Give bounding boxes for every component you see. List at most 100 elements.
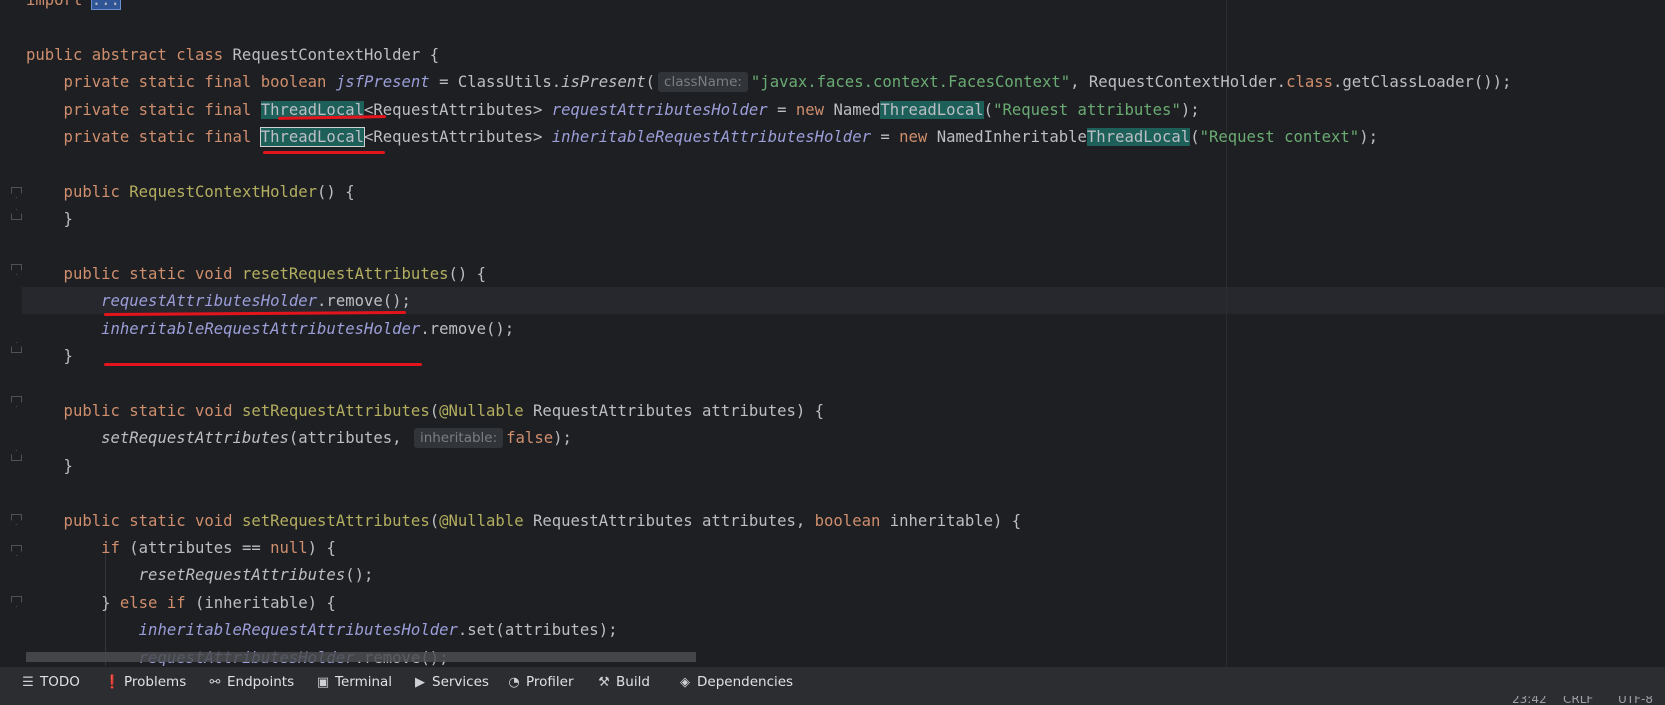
code-token: ( — [983, 100, 994, 119]
code-line[interactable]: inheritableRequestAttributesHolder.remov… — [26, 316, 514, 343]
code-line[interactable]: } — [26, 343, 73, 370]
code-line[interactable]: public static void resetRequestAttribute… — [26, 261, 487, 288]
code-line[interactable]: } else if (inheritable) { — [26, 590, 336, 617]
code-token: = — [870, 128, 900, 146]
code-token: "javax.faces.context.FacesContext" — [750, 73, 1071, 92]
code-line[interactable]: } — [26, 206, 73, 233]
code-line[interactable]: } — [26, 453, 73, 480]
code-token: new — [899, 128, 937, 146]
code-token: inheritableRequestAttributesHolder — [551, 128, 871, 146]
code-line[interactable]: public abstract class RequestContextHold… — [26, 42, 439, 69]
code-editor[interactable]: import ... public abstract class RequestC… — [0, 0, 1665, 666]
code-token: ); — [1359, 128, 1378, 146]
tool-button-label: Problems — [124, 674, 187, 690]
code-token: .remove(); — [317, 292, 411, 311]
code-token: private static final — [26, 100, 261, 119]
code-token: public static void — [26, 265, 242, 283]
code-token: resetRequestAttributes — [138, 566, 346, 585]
code-token: ); — [553, 429, 572, 448]
code-token: = — [767, 100, 796, 119]
services-icon: ▶ — [415, 675, 425, 690]
code-token: resetRequestAttributes — [241, 265, 449, 283]
tool-button-label: TODO — [40, 674, 80, 690]
right-margin-guide — [1226, 0, 1227, 666]
horizontal-scrollbar[interactable] — [26, 652, 696, 662]
status-encoding[interactable]: UTF-8 — [1618, 696, 1653, 705]
code-token: <RequestAttributes> — [364, 128, 552, 146]
code-token: .remove(); — [420, 319, 515, 338]
code-token: setRequestAttributes — [241, 402, 430, 420]
code-line[interactable]: private static final ThreadLocal<Request… — [26, 124, 1378, 151]
code-token: if — [101, 539, 130, 557]
code-token: setRequestAttributes — [241, 511, 430, 530]
tool-button-todo[interactable]: ☰ TODO — [20, 667, 80, 697]
code-line[interactable]: public static void setRequestAttributes(… — [26, 398, 824, 425]
code-line[interactable]: inheritableRequestAttributesHolder.set(a… — [26, 617, 618, 644]
code-token: ThreadLocal — [880, 100, 984, 119]
code-token: import — [26, 0, 92, 9]
status-line-ending[interactable]: CRLF — [1563, 696, 1593, 705]
tool-button-label: Dependencies — [697, 674, 794, 690]
tool-button-label: Build — [616, 674, 650, 690]
tool-button-endpoints[interactable]: ⚯ Endpoints — [207, 667, 295, 697]
code-line[interactable]: setRequestAttributes(attributes, inherit… — [26, 425, 572, 452]
tool-button-label: Profiler — [526, 674, 574, 690]
list-icon: ☰ — [22, 675, 34, 690]
code-token: "Request attributes" — [993, 100, 1181, 119]
code-line[interactable]: private static final boolean jsfPresent … — [26, 69, 1511, 96]
code-token: jsfPresent — [335, 73, 430, 92]
code-token: inheritableRequestAttributesHolder — [138, 621, 458, 640]
code-token: } — [26, 347, 73, 366]
code-token: else if — [119, 593, 195, 612]
parameter-hint: inheritable: — [413, 428, 504, 449]
tool-window-bar: ☰ TODO ❗ Problems ⚯ Endpoints ▣ Terminal ▶ Servic… — [0, 666, 1665, 697]
code-token: = ClassUtils. — [429, 73, 562, 92]
code-line[interactable]: public static void setRequestAttributes(… — [26, 508, 1022, 535]
code-line[interactable]: if (attributes == null) { — [26, 535, 336, 562]
code-token: RequestAttributes attributes, — [523, 511, 815, 530]
tool-button-label: Endpoints — [227, 674, 295, 690]
code-token: ( — [645, 73, 656, 92]
code-token: ( — [429, 402, 440, 420]
code-token: (inheritable) { — [195, 593, 336, 612]
code-token: setRequestAttributes — [101, 429, 289, 448]
red-annotation-underline — [104, 363, 422, 366]
code-token: .set(attributes); — [457, 621, 618, 640]
tool-button-problems[interactable]: ❗ Problems — [104, 667, 186, 697]
code-token: ( — [1190, 128, 1200, 146]
code-token: isPresent — [561, 73, 646, 92]
tool-button-profiler[interactable]: ◔ Profiler — [506, 667, 574, 697]
layers-icon: ◈ — [680, 675, 690, 690]
tool-button-build[interactable]: ⚒ Build — [596, 667, 650, 697]
code-token: (); — [345, 566, 374, 585]
tool-button-dependencies[interactable]: ◈ Dependencies — [677, 667, 793, 697]
code-token: NamedInheritable — [936, 128, 1087, 146]
code-token: @Nullable — [439, 511, 524, 530]
code-token: (attributes, — [288, 429, 411, 448]
code-token: ( — [429, 511, 440, 530]
parameter-hint: className: — [658, 72, 748, 93]
tool-button-label: Services — [432, 674, 489, 690]
code-token: RequestContextHolder { — [232, 45, 440, 64]
code-token: private static final boolean — [26, 73, 336, 92]
code-token: ... — [90, 0, 121, 10]
endpoints-icon: ⚯ — [209, 675, 221, 690]
editor-gutter[interactable] — [0, 0, 22, 666]
hammer-icon: ⚒ — [598, 675, 610, 690]
code-line[interactable]: resetRequestAttributes(); — [26, 562, 374, 589]
code-line[interactable]: public RequestContextHolder() { — [26, 179, 355, 206]
tool-button-terminal[interactable]: ▣ Terminal — [315, 667, 392, 697]
code-line[interactable]: private static final ThreadLocal <Request… — [26, 97, 1200, 124]
code-token: class — [1286, 73, 1334, 92]
code-token: new — [795, 100, 834, 119]
code-token: <RequestAttributes> — [364, 100, 552, 119]
code-token: () { — [448, 265, 487, 283]
tool-button-services[interactable]: ▶ Services — [412, 667, 489, 697]
warning-icon: ❗ — [104, 675, 121, 690]
code-line[interactable]: import ... — [26, 0, 121, 14]
